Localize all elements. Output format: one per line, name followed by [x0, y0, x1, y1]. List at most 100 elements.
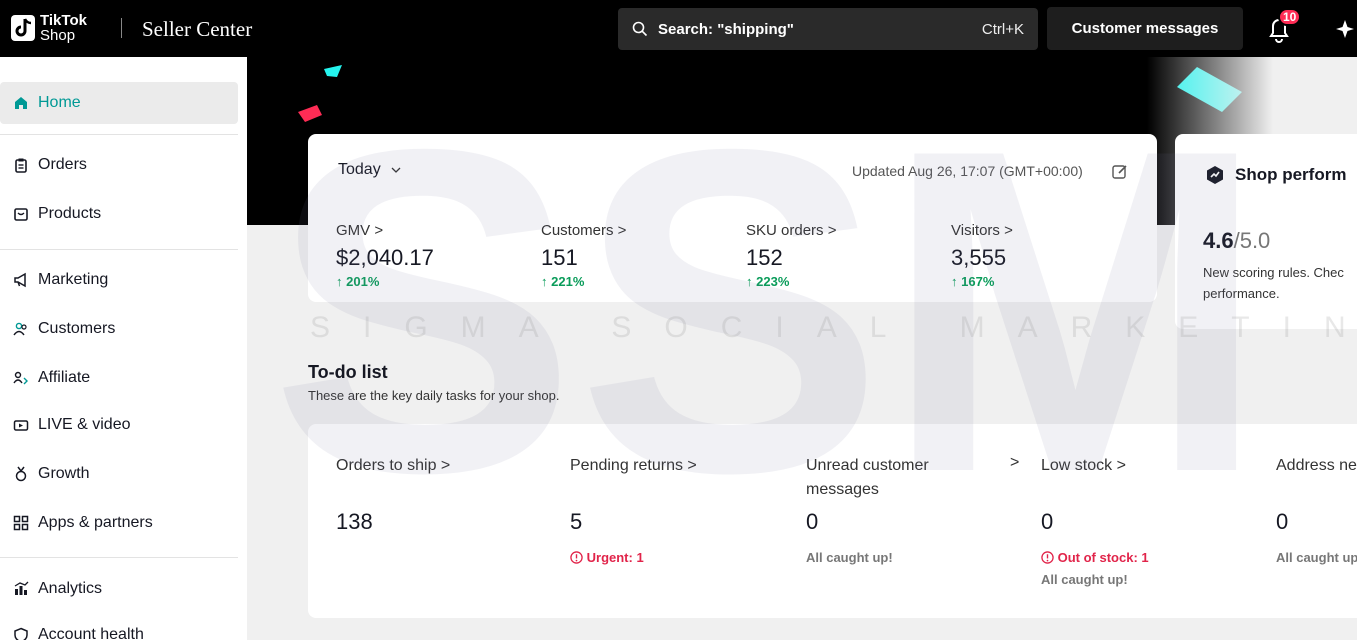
- sidebar: Home Orders Products Marketing Customers…: [0, 57, 247, 640]
- sidebar-item-label: LIVE & video: [38, 416, 131, 433]
- tiktok-logo-icon: [11, 15, 35, 41]
- metric-value: 151: [541, 245, 578, 270]
- chevron-right-icon[interactable]: >: [1010, 454, 1019, 472]
- customer-messages-button[interactable]: Customer messages: [1047, 7, 1243, 50]
- watermark-text: SIGMA SOCIAL MARKETING: [310, 311, 1357, 344]
- task-count: 5: [570, 509, 583, 534]
- search-placeholder: Search: "shipping": [658, 20, 794, 38]
- sidebar-item-apps-partners[interactable]: Apps & partners: [0, 502, 238, 544]
- metric-value: 152: [746, 245, 783, 270]
- sidebar-divider: [0, 134, 238, 135]
- sidebar-item-label: Analytics: [38, 580, 103, 597]
- task-orders-to-ship[interactable]: Orders to ship > 138: [336, 454, 536, 534]
- bar-chart-icon: [12, 580, 30, 598]
- updated-timestamp: Updated Aug 26, 17:07 (GMT+00:00): [852, 163, 1083, 179]
- sidebar-item-label: Apps & partners: [38, 514, 153, 531]
- summary-card: Today Updated Aug 26, 17:07 (GMT+00:00) …: [308, 134, 1157, 302]
- task-label: Pending returns >: [570, 457, 697, 474]
- todo-subtitle: These are the key daily tasks for your s…: [308, 388, 560, 403]
- sidebar-item-home[interactable]: Home: [0, 82, 238, 124]
- medal-icon: [12, 465, 30, 483]
- tiktok-shop-logo[interactable]: TikTok Shop: [10, 11, 87, 45]
- metric-delta: ↑ 221%: [541, 274, 585, 289]
- search-icon: [632, 21, 648, 37]
- shop-performance-card[interactable]: Shop perform 4.6/5.0 New scoring rules. …: [1175, 134, 1357, 329]
- task-label: Orders to ship >: [336, 457, 451, 474]
- task-status-secondary: All caught up!: [1041, 572, 1128, 587]
- grid-icon: [12, 514, 30, 532]
- alert-icon: [570, 551, 583, 564]
- metric-delta: ↑ 167%: [951, 274, 995, 289]
- box-icon: [12, 205, 30, 223]
- period-selector[interactable]: Today: [338, 161, 401, 179]
- task-status: All caught up!: [806, 550, 893, 565]
- home-icon: [12, 94, 30, 112]
- sidebar-item-label: Orders: [38, 156, 87, 173]
- users-icon: [12, 320, 30, 338]
- search-shortcut: Ctrl+K: [981, 20, 1024, 38]
- metric-delta: ↑ 223%: [746, 274, 790, 289]
- logo-line1: TikTok: [40, 12, 87, 29]
- task-label: Address ne: [1276, 457, 1357, 474]
- top-bar: TikTok Shop Seller Center Search: "shipp…: [0, 0, 1357, 57]
- sidebar-item-products[interactable]: Products: [0, 193, 238, 235]
- alert-icon: [1041, 551, 1054, 564]
- sidebar-divider: [0, 249, 238, 250]
- metric-value: 3,555: [951, 245, 1007, 270]
- task-label: Low stock >: [1041, 457, 1126, 474]
- chevron-down-icon: [391, 167, 401, 173]
- metric-customers[interactable]: Customers > 151 ↑ 221%: [541, 222, 626, 289]
- sidebar-item-growth[interactable]: Growth: [0, 453, 238, 495]
- shield-icon: [12, 626, 30, 640]
- sidebar-item-live-video[interactable]: LIVE & video: [0, 404, 238, 446]
- task-count: 0: [806, 509, 819, 534]
- video-icon: [12, 416, 30, 434]
- edit-icon[interactable]: [1111, 163, 1129, 181]
- task-status: Out of stock: 1: [1041, 550, 1149, 565]
- period-label: Today: [338, 161, 381, 178]
- metric-value: $2,040.17: [336, 245, 434, 270]
- task-count: 0: [1276, 509, 1289, 534]
- performance-note: New scoring rules. Chec performance.: [1203, 265, 1344, 301]
- sidebar-item-label: Customers: [38, 320, 116, 337]
- sidebar-item-account-health[interactable]: Account health: [0, 614, 238, 640]
- metric-delta: ↑ 201%: [336, 274, 380, 289]
- sidebar-item-label: Growth: [38, 465, 90, 482]
- search-bar[interactable]: Search: "shipping" Ctrl+K: [618, 8, 1038, 50]
- sidebar-item-orders[interactable]: Orders: [0, 144, 238, 186]
- task-status: Urgent: 1: [570, 550, 644, 565]
- logo-divider: [121, 18, 122, 38]
- metric-visitors[interactable]: Visitors > 3,555 ↑ 167%: [951, 222, 1013, 289]
- metric-gmv[interactable]: GMV > $2,040.17 ↑ 201%: [336, 222, 434, 289]
- sidebar-item-label: Affiliate: [38, 369, 91, 386]
- task-label: Unread customer messages: [806, 457, 929, 498]
- metric-sku-orders[interactable]: SKU orders > 152 ↑ 223%: [746, 222, 836, 289]
- task-low-stock[interactable]: Low stock > 0 Out of stock: 1 All caught…: [1041, 454, 1241, 587]
- notification-badge: 10: [1278, 8, 1302, 26]
- task-count: 138: [336, 509, 373, 534]
- performance-score: 4.6/5.0: [1203, 228, 1271, 253]
- task-status: All caught up: [1276, 550, 1357, 565]
- sidebar-item-customers[interactable]: Customers: [0, 308, 238, 350]
- performance-title: Shop perform: [1205, 165, 1346, 185]
- megaphone-icon: [12, 271, 30, 289]
- affiliate-icon: [12, 369, 30, 387]
- sidebar-item-analytics[interactable]: Analytics: [0, 568, 238, 610]
- sparkle-icon[interactable]: [1333, 14, 1357, 44]
- metric-label: Visitors >: [951, 222, 1013, 239]
- task-count: 0: [1041, 509, 1054, 534]
- metric-label: GMV >: [336, 222, 384, 239]
- sidebar-item-label: Account health: [38, 626, 144, 640]
- sidebar-item-label: Marketing: [38, 271, 109, 288]
- sidebar-item-affiliate[interactable]: Affiliate: [0, 357, 238, 399]
- metric-label: Customers >: [541, 222, 627, 239]
- sidebar-item-marketing[interactable]: Marketing: [0, 259, 238, 301]
- task-pending-returns[interactable]: Pending returns > 5 Urgent: 1: [570, 454, 770, 565]
- clipboard-icon: [12, 156, 30, 174]
- app-title: Seller Center: [142, 17, 253, 41]
- sidebar-divider: [0, 557, 238, 558]
- task-address[interactable]: Address ne 0 All caught up: [1276, 454, 1357, 594]
- performance-icon: [1207, 166, 1223, 184]
- todo-title: To-do list: [308, 362, 388, 382]
- task-unread-messages[interactable]: Unread customer messages 0 All caught up…: [806, 454, 996, 565]
